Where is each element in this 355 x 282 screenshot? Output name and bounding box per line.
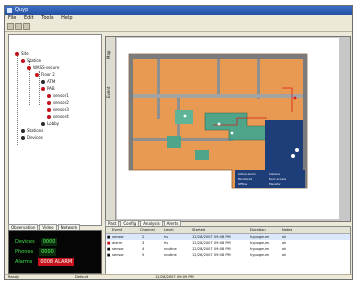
- node-icon: [47, 94, 51, 98]
- node-icon: [41, 87, 45, 91]
- tree-item-wass[interactable]: WASS-secure: [27, 65, 59, 71]
- tree-item-pab[interactable]: PAB: [41, 86, 55, 92]
- col-notes[interactable]: Notes: [282, 227, 292, 233]
- tree-item-station[interactable]: Station: [21, 58, 41, 64]
- tab-map[interactable]: Map: [106, 45, 115, 65]
- svg-text:Camera: Camera: [269, 172, 280, 176]
- menu-help[interactable]: Help: [58, 15, 75, 22]
- node-icon: [47, 115, 51, 119]
- table-row[interactable]: ■ sensor 5 routine 12/28/2007 09:08 PM h…: [106, 252, 350, 258]
- svg-text:Offline: Offline: [238, 182, 247, 186]
- node-icon: [41, 80, 45, 84]
- status-panel: Devices 0000 Phones 0000 Alarms 0008 ALARM: [8, 230, 102, 274]
- svg-text:Monitored: Monitored: [238, 177, 252, 181]
- tree-item-sensor4[interactable]: sensor4: [47, 114, 69, 120]
- menu-edit[interactable]: Edit: [21, 15, 37, 22]
- svg-text:Door access: Door access: [269, 177, 287, 181]
- tree-item-sensor2[interactable]: sensor2: [47, 100, 69, 106]
- status-bar: Ready Default 12/28/2007 09:09 PM: [5, 274, 352, 279]
- tree-item-lobby[interactable]: Lobby: [41, 121, 59, 127]
- tree-item-site[interactable]: Site: [15, 51, 29, 57]
- floor-plan-svg: Active alarm Monitored Offline Camera Do…: [128, 53, 308, 189]
- status-right: 12/28/2007 09:09 PM: [155, 275, 194, 279]
- map-side-tabs: Map Event: [106, 37, 116, 221]
- node-icon: [21, 59, 25, 63]
- events-table: Event Channel Level Started Duration Not…: [105, 226, 351, 275]
- node-icon: [27, 66, 31, 70]
- status-row-phones: Phones 0000: [15, 248, 56, 256]
- col-event[interactable]: Event: [112, 227, 122, 233]
- menu-tools[interactable]: Tools: [38, 15, 56, 22]
- node-icon: [41, 122, 45, 126]
- tree-item-sensor3[interactable]: sensor3: [47, 107, 69, 113]
- floor-plan[interactable]: Active alarm Monitored Offline Camera Do…: [117, 38, 339, 219]
- node-icon: [35, 73, 39, 77]
- status-value: 0000: [39, 248, 56, 256]
- node-icon: [21, 136, 25, 140]
- status-value: 0000: [40, 238, 58, 246]
- tree-item-stations[interactable]: Stations: [21, 128, 43, 134]
- svg-text:Elevator: Elevator: [269, 182, 281, 186]
- menu-bar: File Edit Tools Help: [5, 15, 352, 22]
- app-icon: [7, 8, 12, 13]
- new-icon[interactable]: [7, 23, 14, 30]
- tree-item-atm[interactable]: ATM: [41, 79, 55, 85]
- col-duration[interactable]: Duration: [250, 227, 266, 233]
- node-icon: [15, 52, 19, 56]
- row-icon: ■: [107, 253, 111, 257]
- print-icon[interactable]: [23, 23, 30, 30]
- status-middle: Default: [75, 275, 89, 279]
- tree-item-sensor1[interactable]: sensor1: [47, 93, 69, 99]
- svg-text:Active alarm: Active alarm: [238, 172, 256, 176]
- alarm-badge: 0008 ALARM: [38, 258, 75, 266]
- app-window: Quyp File Edit Tools Help Site Station W…: [4, 5, 353, 280]
- col-level[interactable]: Level: [164, 227, 174, 233]
- status-row-devices: Devices 0000: [15, 238, 58, 246]
- status-row-alarms: Alarms 0008 ALARM: [15, 258, 75, 266]
- node-icon: [21, 129, 25, 133]
- tab-event[interactable]: Event: [106, 81, 115, 103]
- node-icon: [47, 101, 51, 105]
- map-panel: Map Event Active alarm Monitored Offline…: [105, 36, 351, 222]
- node-icon: [47, 108, 51, 112]
- window-title: Quyp: [15, 7, 29, 13]
- status-left: Ready: [8, 275, 20, 279]
- tree-item-devices[interactable]: Devices: [21, 135, 43, 141]
- col-channel[interactable]: Channel: [140, 227, 155, 233]
- site-tree: Site Station WASS-secure Floor 2 ATM PAB…: [8, 34, 102, 226]
- tree-item-floor[interactable]: Floor 2: [35, 72, 55, 78]
- title-bar: Quyp: [5, 6, 352, 15]
- col-started[interactable]: Started: [192, 227, 205, 233]
- table-header: Event Channel Level Started Duration Not…: [106, 227, 350, 234]
- menu-file[interactable]: File: [5, 15, 19, 22]
- toolbar: [5, 22, 352, 32]
- save-icon[interactable]: [15, 23, 22, 30]
